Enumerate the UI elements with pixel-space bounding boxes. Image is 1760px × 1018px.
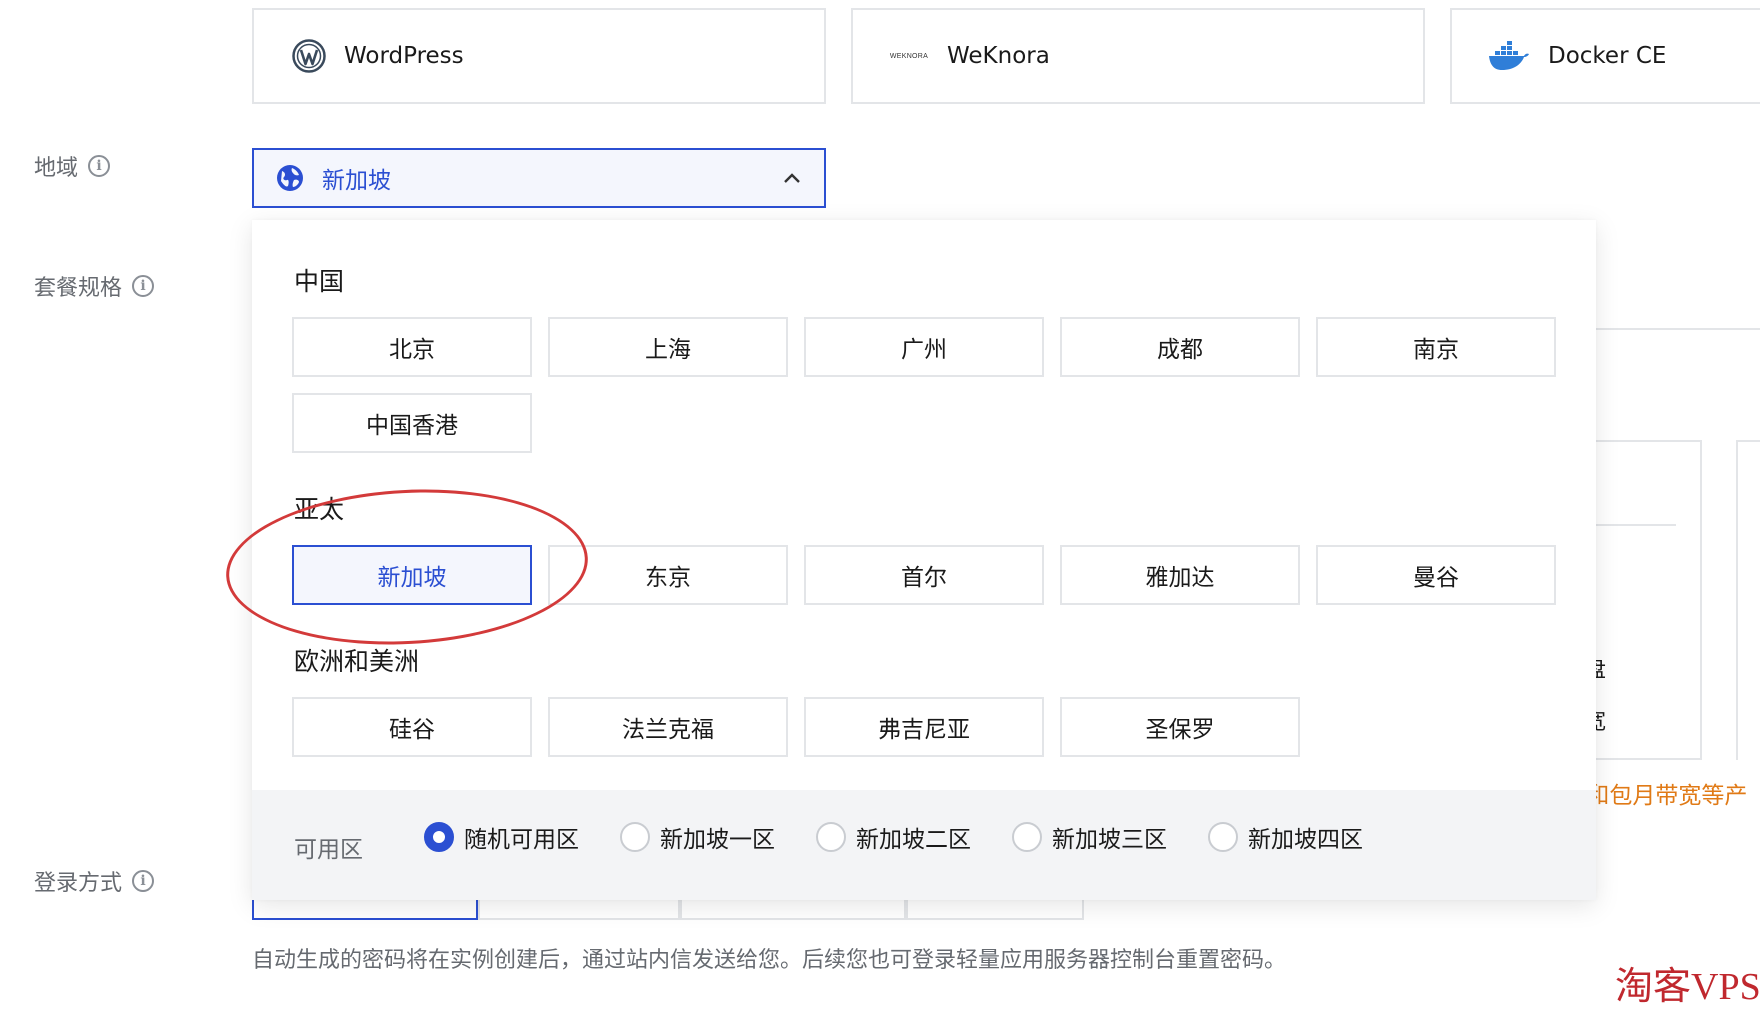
zone-option-label: 随机可用区 [464, 827, 579, 853]
login-hint-text: 自动生成的密码将在实例创建后，通过站内信发送给您。后续您也可登录轻量应用服务器控… [252, 948, 1287, 973]
region-select-value: 新加坡 [322, 168, 391, 194]
region-option-singapore[interactable]: 新加坡 [292, 545, 532, 605]
region-option-tokyo[interactable]: 东京 [548, 545, 788, 605]
zone-option-sg-3[interactable]: 新加坡三区 [1012, 820, 1167, 854]
radio-unchecked-icon[interactable] [1012, 822, 1042, 852]
app-card-wordpress[interactable]: WordPress [252, 8, 826, 104]
region-label: 地域 i [34, 150, 111, 182]
info-icon[interactable]: i [132, 870, 155, 892]
zone-option-sg-4[interactable]: 新加坡四区 [1208, 820, 1363, 854]
region-option-nanjing[interactable]: 南京 [1316, 317, 1556, 377]
region-option-sao-paulo[interactable]: 圣保罗 [1060, 697, 1300, 757]
info-icon[interactable]: i [132, 275, 155, 297]
app-card-label: Docker CE [1548, 43, 1667, 69]
availability-zone-label: 可用区 [294, 837, 363, 863]
plan-label: 套餐规格 i [34, 270, 155, 302]
app-card-label: WordPress [344, 43, 464, 69]
background-card-border [1596, 440, 1700, 442]
region-label-text: 地域 [34, 156, 79, 181]
background-card-border [1736, 440, 1760, 442]
zone-option-label: 新加坡四区 [1248, 827, 1363, 853]
info-icon[interactable]: i [88, 155, 111, 177]
login-method-label-text: 登录方式 [34, 871, 123, 896]
globe-icon [276, 164, 304, 192]
region-option-silicon-valley[interactable]: 硅谷 [292, 697, 532, 757]
background-card-border [1700, 440, 1702, 760]
region-option-shanghai[interactable]: 上海 [548, 317, 788, 377]
chevron-up-icon [782, 168, 802, 188]
region-dropdown: 中国 北京 上海 广州 成都 南京 中国香港 亚太 新加坡 东京 首尔 雅加达 … [252, 220, 1596, 900]
orange-note-fragment: l和包月带宽等产 [1580, 783, 1748, 809]
weknora-logo: WEKNORA [889, 52, 929, 60]
radio-unchecked-icon[interactable] [620, 822, 650, 852]
availability-zone-bar: 可用区 随机可用区 新加坡一区 新加坡二区 新加坡三区 新加坡四区 [252, 790, 1596, 900]
watermark: 淘客VPS [1615, 966, 1760, 1008]
region-option-seoul[interactable]: 首尔 [804, 545, 1044, 605]
login-method-label: 登录方式 i [34, 865, 155, 897]
docker-icon [1488, 41, 1530, 71]
radio-checked-icon[interactable] [424, 822, 454, 852]
region-option-guangzhou[interactable]: 广州 [804, 317, 1044, 377]
region-option-hongkong[interactable]: 中国香港 [292, 393, 532, 453]
region-option-frankfurt[interactable]: 法兰克福 [548, 697, 788, 757]
group-title-europe-americas: 欧洲和美洲 [294, 647, 420, 676]
app-card-weknora[interactable]: WEKNORA WeKnora [851, 8, 1425, 104]
region-option-chengdu[interactable]: 成都 [1060, 317, 1300, 377]
zone-option-label: 新加坡三区 [1052, 827, 1167, 853]
zone-option-sg-1[interactable]: 新加坡一区 [620, 820, 775, 854]
plan-label-text: 套餐规格 [34, 276, 123, 301]
radio-unchecked-icon[interactable] [1208, 822, 1238, 852]
zone-option-label: 新加坡二区 [856, 827, 971, 853]
zone-option-random[interactable]: 随机可用区 [424, 820, 579, 854]
group-title-china: 中国 [294, 267, 345, 296]
zone-option-sg-2[interactable]: 新加坡二区 [816, 820, 971, 854]
wordpress-icon [292, 39, 326, 73]
background-divider [1596, 524, 1676, 526]
background-card-border [1736, 440, 1738, 760]
radio-unchecked-icon[interactable] [816, 822, 846, 852]
region-option-jakarta[interactable]: 雅加达 [1060, 545, 1300, 605]
app-card-docker[interactable]: Docker CE [1450, 8, 1760, 104]
region-option-bangkok[interactable]: 曼谷 [1316, 545, 1556, 605]
region-option-beijing[interactable]: 北京 [292, 317, 532, 377]
region-select[interactable]: 新加坡 [252, 148, 826, 208]
app-card-label: WeKnora [947, 43, 1050, 69]
zone-option-label: 新加坡一区 [660, 827, 775, 853]
background-card-border [1596, 758, 1700, 760]
background-divider [1596, 328, 1760, 330]
group-title-apac: 亚太 [294, 495, 345, 524]
region-option-virginia[interactable]: 弗吉尼亚 [804, 697, 1044, 757]
